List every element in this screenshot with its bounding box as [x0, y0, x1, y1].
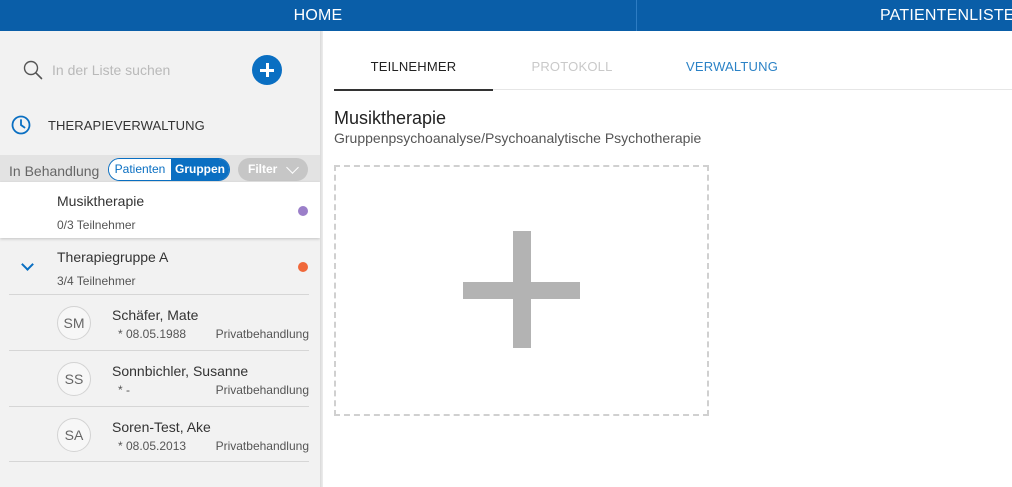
clock-icon: [11, 115, 31, 135]
patient-treatment-type: Privatbehandlung: [215, 439, 309, 453]
sidebar: THERAPIEVERWALTUNG In Behandlung Patient…: [0, 31, 320, 487]
filter-button[interactable]: Filter: [238, 158, 308, 181]
top-navigation-bar: HOME PATIENTENLISTE: [0, 0, 1012, 31]
group-count: 0/3 Teilnehmer: [57, 218, 136, 232]
status-dot: [298, 206, 308, 216]
group-count: 3/4 Teilnehmer: [57, 274, 136, 288]
group-name: Therapiegruppe A: [57, 249, 169, 265]
patient-name: Schäfer, Mate: [112, 307, 199, 323]
patient-treatment-type: Privatbehandlung: [215, 383, 309, 397]
page-subtitle: Gruppenpsychoanalyse/Psychoanalytische P…: [334, 130, 702, 146]
status-dot: [298, 262, 308, 272]
patient-birthdate: * 08.05.2013: [118, 439, 187, 453]
segment-groups[interactable]: Gruppen: [171, 159, 229, 180]
tab-participants[interactable]: TEILNEHMER: [334, 41, 493, 91]
search-input[interactable]: [52, 60, 232, 80]
segment-patients[interactable]: Patienten: [109, 159, 171, 180]
plus-icon-vertical: [513, 231, 531, 348]
tab-administration[interactable]: VERWALTUNG: [666, 41, 798, 90]
patient-birthdate: * -: [118, 383, 130, 397]
page-title: Musiktherapie: [334, 108, 447, 128]
nav-home[interactable]: HOME: [0, 0, 636, 31]
group-item-musiktherapie[interactable]: Musiktherapie 0/3 Teilnehmer: [0, 182, 320, 238]
nav-patient-list[interactable]: PATIENTENLISTE: [637, 0, 1012, 31]
chevron-down-icon[interactable]: [21, 258, 34, 271]
tab-bar: TEILNEHMER PROTOKOLL VERWALTUNG: [334, 41, 1012, 91]
add-participant-area[interactable]: [334, 165, 709, 416]
patient-name: Sonnbichler, Susanne: [112, 363, 249, 379]
sidebar-edge: [320, 31, 323, 487]
group-name: Musiktherapie: [57, 193, 145, 209]
status-caption: In Behandlung: [9, 163, 100, 179]
avatar: SM: [57, 306, 91, 340]
patient-row[interactable]: SA Soren-Test, Ake * 08.05.2013 Privatbe…: [0, 406, 320, 462]
filter-row: In Behandlung Patienten Gruppen Filter: [0, 155, 320, 185]
group-item-therapiegruppe-a[interactable]: Therapiegruppe A 3/4 Teilnehmer: [0, 238, 320, 294]
tab-protocol[interactable]: PROTOKOLL: [504, 41, 640, 90]
patient-treatment-type: Privatbehandlung: [215, 327, 309, 341]
divider: [9, 461, 309, 462]
search-row: [0, 31, 320, 109]
patient-birthdate: * 08.05.1988: [118, 327, 187, 341]
filter-label: Filter: [248, 162, 278, 176]
avatar: SA: [57, 418, 91, 452]
view-segment-control: Patienten Gruppen: [108, 158, 230, 181]
avatar: SS: [57, 362, 91, 396]
chevron-down-icon: [286, 161, 299, 174]
patient-row[interactable]: SM Schäfer, Mate * 08.05.1988 Privatbeha…: [0, 294, 320, 350]
search-icon[interactable]: [23, 60, 43, 80]
patient-name: Soren-Test, Ake: [112, 419, 211, 435]
patient-row[interactable]: SS Sonnbichler, Susanne * - Privatbehand…: [0, 350, 320, 406]
add-button[interactable]: [252, 55, 282, 85]
therapy-management-title[interactable]: THERAPIEVERWALTUNG: [48, 118, 205, 133]
